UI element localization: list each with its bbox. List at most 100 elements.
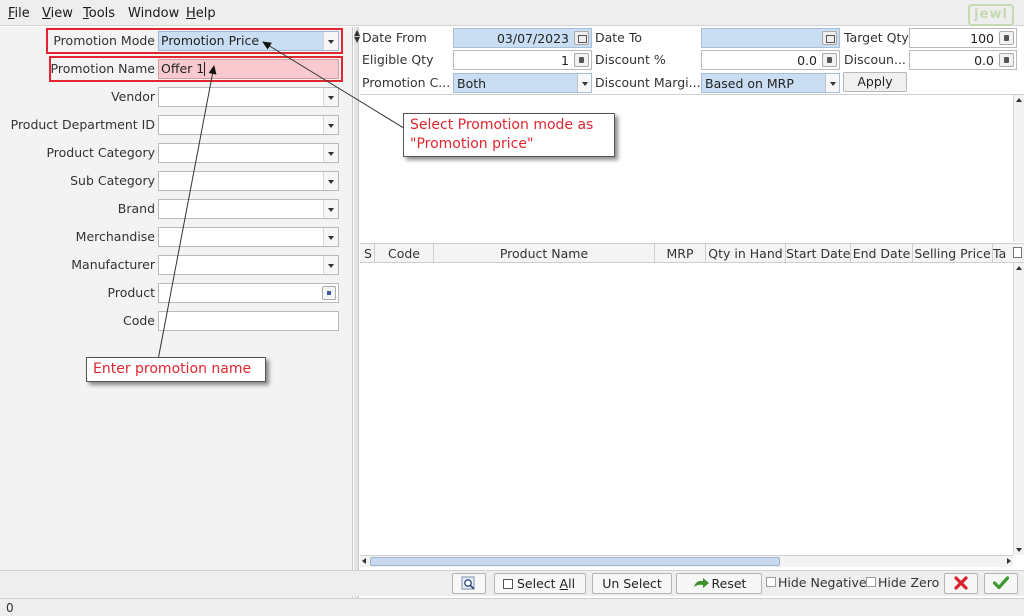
vendor-select[interactable] xyxy=(158,87,339,107)
menu-bar: File View Tools Window Help jewl xyxy=(0,0,1024,26)
cancel-button[interactable] xyxy=(944,573,978,594)
column-chooser-icon[interactable] xyxy=(1013,247,1022,258)
discount-amt-value: 0.0 xyxy=(974,53,994,68)
menu-window[interactable]: Window xyxy=(128,6,179,21)
discount-amt-label: Discoun... xyxy=(844,52,906,67)
panel-splitter[interactable]: ▲ ▼ xyxy=(354,27,360,598)
checkmark-icon xyxy=(992,576,1010,590)
close-icon xyxy=(954,576,968,590)
product-grid-body xyxy=(360,263,1024,555)
column-header-ta[interactable]: Ta xyxy=(993,246,1011,261)
target-qty-label: Target Qty xyxy=(844,30,909,45)
chevron-down-icon[interactable] xyxy=(323,256,338,274)
menu-help[interactable]: Help xyxy=(186,6,216,21)
calculator-icon[interactable] xyxy=(574,53,589,67)
product-department-label: Product Department ID xyxy=(10,117,155,132)
eligible-qty-label: Eligible Qty xyxy=(362,52,434,67)
date-from-label: Date From xyxy=(362,30,427,45)
magnifier-icon xyxy=(461,576,475,590)
product-input[interactable] xyxy=(158,283,339,303)
menu-tools[interactable]: Tools xyxy=(83,6,115,21)
column-header-code[interactable]: Code xyxy=(375,246,433,261)
column-header-selling-price[interactable]: Selling Price xyxy=(913,246,992,261)
scroll-left-icon[interactable] xyxy=(362,558,366,564)
column-header-mrp[interactable]: MRP xyxy=(655,246,705,261)
date-from-value: 03/07/2023 xyxy=(496,31,569,46)
discount-margin-label: Discount Margi... xyxy=(595,75,701,90)
product-label: Product xyxy=(107,285,155,300)
grid-horizontal-scrollbar[interactable] xyxy=(360,555,1013,567)
scroll-up-icon[interactable] xyxy=(1016,98,1022,102)
brand-label: Brand xyxy=(117,201,155,216)
chevron-down-icon[interactable] xyxy=(323,200,338,218)
discount-pct-label: Discount % xyxy=(595,52,666,67)
product-lookup-icon[interactable] xyxy=(322,286,336,300)
column-header-start-date[interactable]: Start Date xyxy=(786,246,850,261)
product-category-select[interactable] xyxy=(158,143,339,163)
target-qty-input[interactable]: 100 xyxy=(909,28,1017,48)
manufacturer-label: Manufacturer xyxy=(71,257,155,272)
select-all-button[interactable]: Select All xyxy=(494,573,586,594)
manufacturer-select[interactable] xyxy=(158,255,339,275)
code-input[interactable] xyxy=(158,311,339,331)
unselect-button[interactable]: Un Select xyxy=(592,573,672,594)
hide-negative-checkbox[interactable] xyxy=(766,577,776,587)
column-header-s[interactable]: S xyxy=(362,246,374,261)
chevron-down-icon[interactable] xyxy=(323,88,338,106)
calculator-icon[interactable] xyxy=(822,53,837,67)
discount-margin-select[interactable]: Based on MRP xyxy=(701,73,840,93)
preview-button[interactable] xyxy=(452,573,486,594)
scroll-right-icon[interactable] xyxy=(1007,558,1011,564)
date-to-input[interactable] xyxy=(701,28,840,48)
vendor-label: Vendor xyxy=(111,89,155,104)
calendar-icon[interactable] xyxy=(574,31,589,45)
calendar-icon[interactable] xyxy=(822,31,837,45)
hide-zero-checkbox[interactable] xyxy=(866,577,876,587)
chevron-down-icon[interactable] xyxy=(323,228,338,246)
chevron-down-icon[interactable] xyxy=(577,74,591,92)
column-header-end-date[interactable]: End Date xyxy=(851,246,912,261)
date-from-input[interactable]: 03/07/2023 xyxy=(453,28,592,48)
column-header-product-name[interactable]: Product Name xyxy=(434,246,654,261)
sub-category-select[interactable] xyxy=(158,171,339,191)
discount-pct-value: 0.0 xyxy=(797,53,817,68)
scrollbar-thumb[interactable] xyxy=(370,557,780,566)
promotion-name-highlight xyxy=(49,56,343,82)
ok-button[interactable] xyxy=(984,573,1018,594)
merchandise-label: Merchandise xyxy=(75,229,155,244)
discount-margin-value: Based on MRP xyxy=(705,76,794,91)
upper-vertical-scrollbar[interactable] xyxy=(1013,95,1024,242)
chevron-down-icon[interactable] xyxy=(323,144,338,162)
promotion-c-value: Both xyxy=(457,76,487,91)
menu-view[interactable]: View xyxy=(42,6,73,21)
reset-button[interactable]: Reset xyxy=(676,573,762,594)
code-label: Code xyxy=(122,313,155,328)
product-category-label: Product Category xyxy=(46,145,155,160)
calculator-icon[interactable] xyxy=(999,31,1014,45)
apply-button[interactable]: Apply xyxy=(843,72,907,92)
column-header-qty-in-hand[interactable]: Qty in Hand xyxy=(706,246,785,261)
scroll-up-icon[interactable] xyxy=(1016,266,1022,270)
discount-pct-input[interactable]: 0.0 xyxy=(701,50,840,70)
target-qty-value: 100 xyxy=(970,31,994,46)
menu-file[interactable]: File xyxy=(8,6,30,21)
sub-category-label: Sub Category xyxy=(70,173,155,188)
brand-select[interactable] xyxy=(158,199,339,219)
eligible-qty-input[interactable]: 1 xyxy=(453,50,592,70)
collapse-arrows-icon[interactable]: ▲ ▼ xyxy=(354,29,360,44)
hide-zero-label: Hide Zero xyxy=(878,575,940,590)
product-department-select[interactable] xyxy=(158,115,339,135)
bottom-toolbar: Select All Un Select Reset Hide Negative… xyxy=(0,570,1024,596)
scroll-down-icon[interactable] xyxy=(1016,548,1022,552)
chevron-down-icon[interactable] xyxy=(323,116,338,134)
status-bar: 0 xyxy=(0,598,1024,616)
chevron-down-icon[interactable] xyxy=(323,172,338,190)
grid-vertical-scrollbar[interactable] xyxy=(1013,263,1024,555)
product-grid-header: S Code Product Name MRP Qty in Hand Star… xyxy=(360,243,1024,263)
promotion-c-select[interactable]: Both xyxy=(453,73,592,93)
chevron-down-icon[interactable] xyxy=(825,74,839,92)
merchandise-select[interactable] xyxy=(158,227,339,247)
callout-promotion-mode: Select Promotion mode as "Promotion pric… xyxy=(403,113,615,157)
calculator-icon[interactable] xyxy=(999,53,1014,67)
discount-amt-input[interactable]: 0.0 xyxy=(909,50,1017,70)
